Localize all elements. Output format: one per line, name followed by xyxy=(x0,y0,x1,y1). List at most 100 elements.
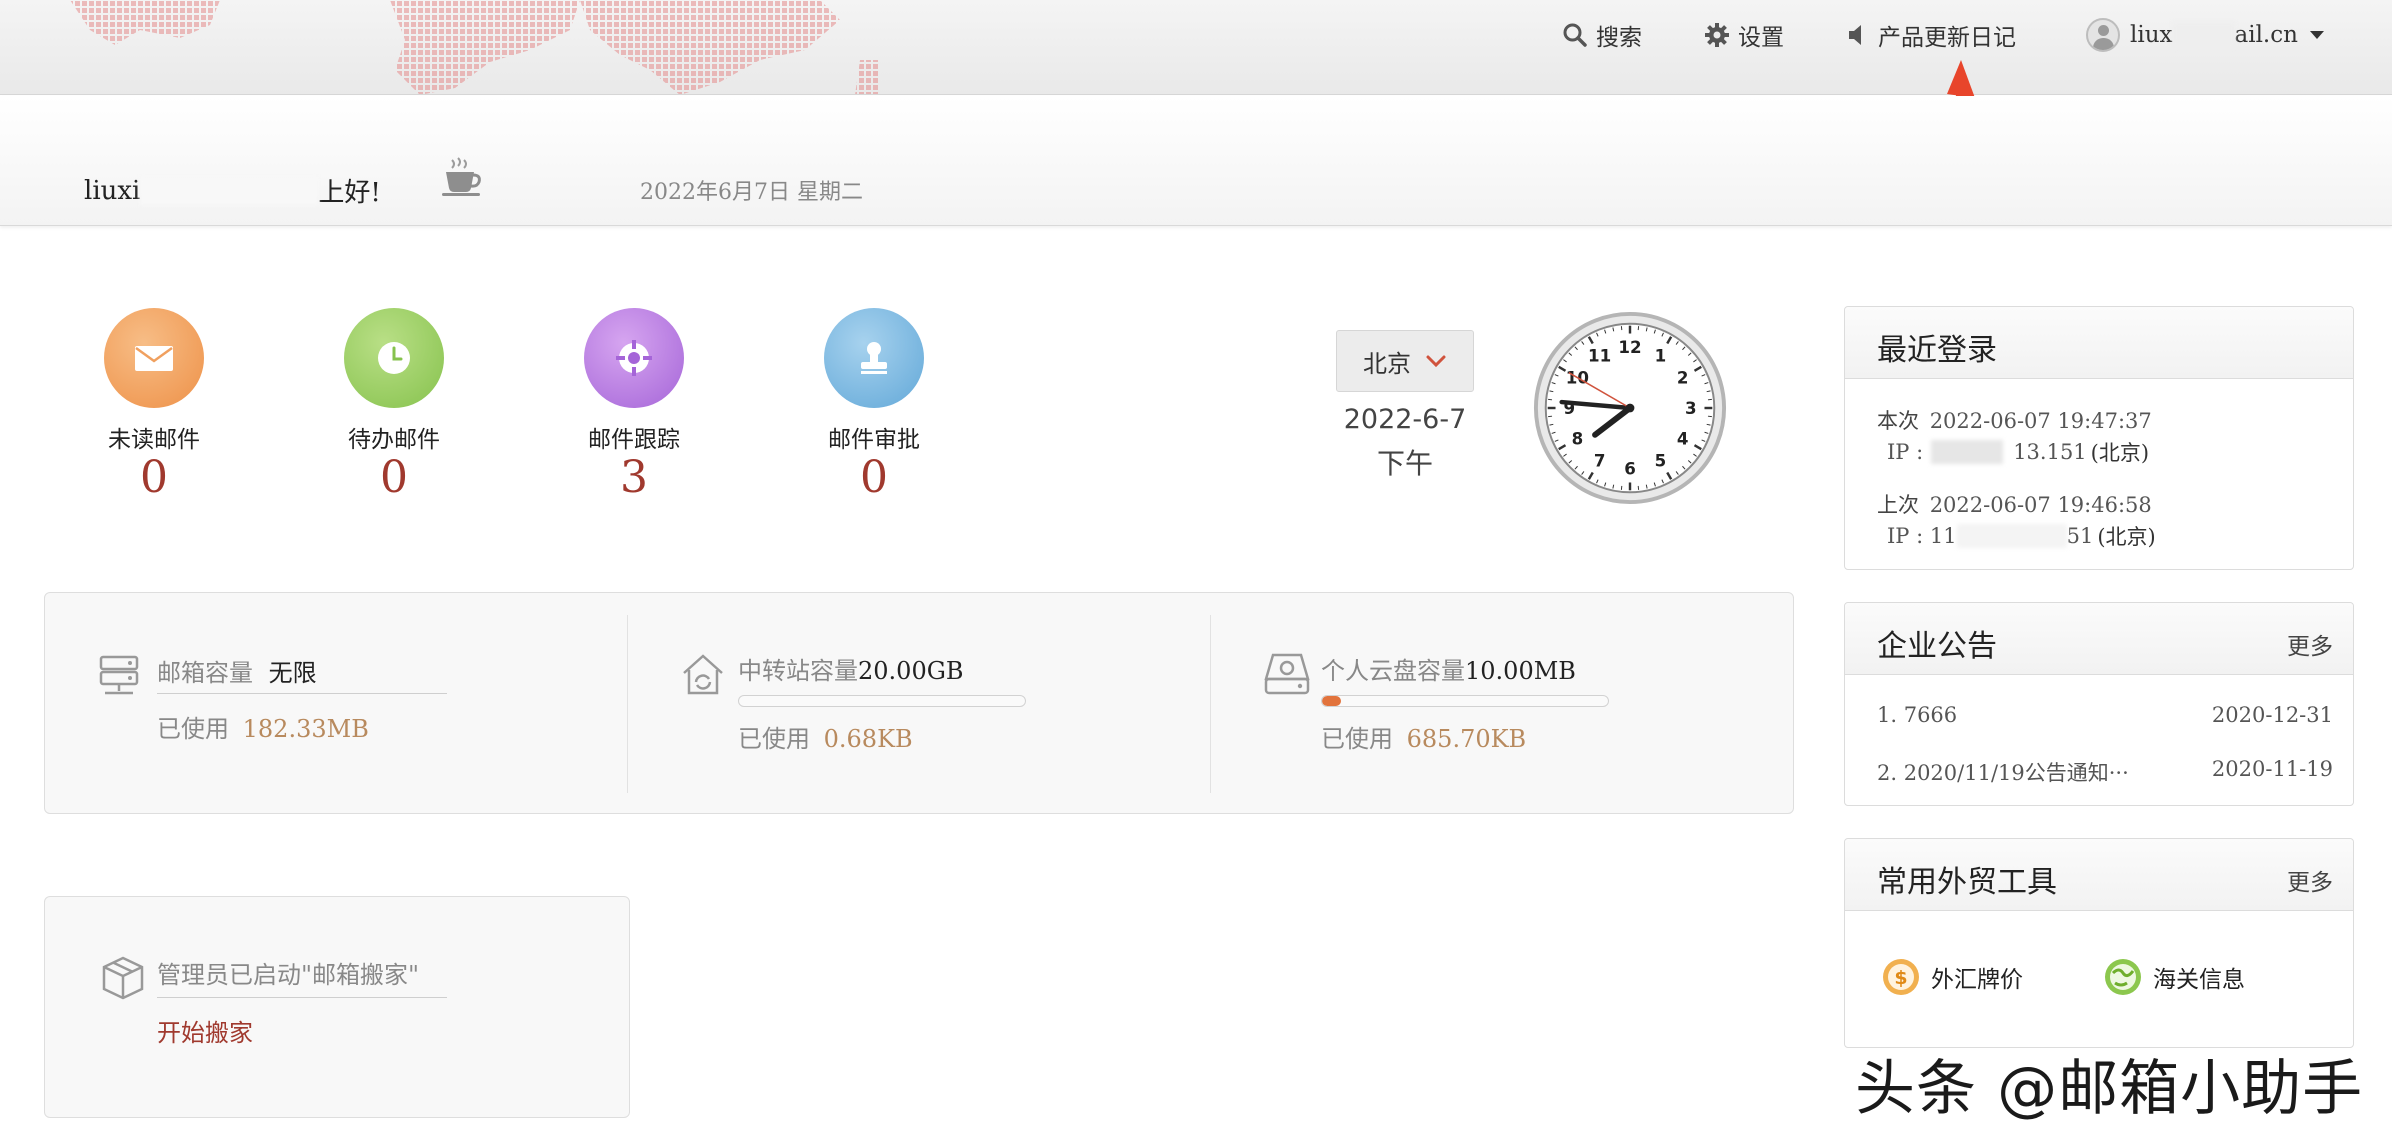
watermark-text: 头条 @邮箱小助手 xyxy=(1855,1054,2364,1124)
greeting-message: 上好! xyxy=(318,178,381,208)
weather-ampm: 下午 xyxy=(1376,447,1433,480)
storage-panel: 邮箱容量 无限 已使用 182.33MB 中转站容量20.00GB 已使用 0.… xyxy=(44,592,1794,814)
svg-text:$: $ xyxy=(1894,967,1907,989)
stamp-icon xyxy=(861,342,887,374)
user-email-prefix: liux xyxy=(2130,22,2173,48)
migration-panel: 管理员已启动"邮箱搬家" 开始搬家 xyxy=(44,896,630,1118)
cloud-progress-bar xyxy=(1321,695,1609,707)
clock-numeral: 2 xyxy=(1677,369,1689,388)
transfer-used-label: 已使用 xyxy=(738,725,810,753)
current-login-location: (北京) xyxy=(2090,441,2150,465)
current-login-time: 2022-06-07 19:47:37 xyxy=(1929,409,2152,433)
world-map-decoration xyxy=(70,0,880,94)
avatar xyxy=(2086,18,2120,52)
transfer-used-value: 0.68KB xyxy=(823,725,913,753)
announcements-box: 企业公告 更多 1. 7666 2020-12-31 2. 2020/11/19… xyxy=(1844,602,2354,806)
quick-link-unread[interactable]: 未读邮件 0 xyxy=(74,308,234,500)
settings-button[interactable]: 设置 xyxy=(1704,18,1784,52)
search-icon xyxy=(1563,23,1587,47)
announcements-title: 企业公告 xyxy=(1877,629,1997,664)
quick-link-tracking[interactable]: 邮件跟踪 3 xyxy=(554,308,714,500)
quick-link-label: 待办邮件 xyxy=(348,427,440,453)
clock-numeral: 3 xyxy=(1685,399,1697,418)
greeting-text: liuxi 上好! xyxy=(84,172,381,209)
recent-login-title: 最近登录 xyxy=(1877,333,1997,368)
start-migration-link[interactable]: 开始搬家 xyxy=(157,1013,253,1048)
last-login-time: 2022-06-07 19:46:58 xyxy=(1929,493,2152,517)
clock-icon xyxy=(378,342,410,374)
city-select[interactable]: 北京 xyxy=(1336,330,1474,392)
last-login-location: (北京) xyxy=(2097,525,2156,549)
clock-numeral: 4 xyxy=(1677,429,1689,448)
search-label: 搜索 xyxy=(1596,25,1642,51)
tool-forex-label: 外汇牌价 xyxy=(1931,967,2023,993)
tool-forex[interactable]: $ 外汇牌价 xyxy=(1881,957,2023,997)
user-menu[interactable]: liux ail.cn xyxy=(2086,18,2326,52)
quick-link-circle xyxy=(344,308,444,408)
announcements-more-link[interactable]: 更多 xyxy=(2287,627,2333,661)
redacted-block xyxy=(1931,440,2004,464)
tool-customs-label: 海关信息 xyxy=(2153,967,2245,993)
mailbox-storage: 邮箱容量 无限 已使用 182.33MB xyxy=(45,593,628,813)
recent-login-header: 最近登录 xyxy=(1845,307,2353,379)
last-login-ip: 51 xyxy=(2066,524,2094,548)
quick-link-todo[interactable]: 待办邮件 0 xyxy=(314,308,474,500)
changelog-label: 产品更新日记 xyxy=(1878,25,2016,51)
current-login-label: 本次 xyxy=(1877,409,1919,433)
redacted-block xyxy=(1956,524,2067,548)
transfer-capacity-label: 中转站容量 xyxy=(738,657,858,685)
cloud-used-value: 685.70KB xyxy=(1406,725,1527,753)
speaker-icon xyxy=(1849,25,1861,45)
quick-link-count: 0 xyxy=(140,452,168,503)
trade-tools-box: 常用外贸工具 更多 $ 外汇牌价 海关信息 xyxy=(1844,838,2354,1048)
redacted-block xyxy=(2172,22,2235,48)
quick-link-label: 邮件跟踪 xyxy=(588,427,680,453)
search-button[interactable]: 搜索 xyxy=(1562,18,1642,52)
trade-tools-title: 常用外贸工具 xyxy=(1877,865,2057,900)
recent-login-box: 最近登录 本次 2022-06-07 19:47:37 IP : 13.151 … xyxy=(1844,306,2354,570)
mailbox-capacity-label: 邮箱容量 xyxy=(157,659,253,687)
announcement-item[interactable]: 1. 7666 xyxy=(1877,703,1957,727)
user-email-suffix: ail.cn xyxy=(2234,22,2298,48)
target-icon xyxy=(616,340,652,376)
migration-notice: 管理员已启动"邮箱搬家" xyxy=(157,961,420,989)
trade-tools-header: 常用外贸工具 更多 xyxy=(1845,839,2353,911)
last-login-label: 上次 xyxy=(1877,493,1919,517)
greeting-bar: liuxi 上好! 2022年6月7日 星期二 xyxy=(0,96,2392,226)
tool-customs[interactable]: 海关信息 xyxy=(2103,957,2245,997)
clock-numeral: 6 xyxy=(1624,460,1636,479)
mailbox-used-value: 182.33MB xyxy=(242,715,369,743)
changelog-button[interactable]: 产品更新日记 xyxy=(1846,18,2016,52)
cloud-progress-fill xyxy=(1322,696,1342,706)
mailbox-used-label: 已使用 xyxy=(157,715,229,743)
caret-down-icon xyxy=(2309,31,2324,39)
trade-tools-more-link[interactable]: 更多 xyxy=(2287,863,2333,897)
quick-link-count: 0 xyxy=(380,452,408,503)
clock-numeral: 1 xyxy=(1655,346,1667,365)
box-icon xyxy=(102,956,144,1000)
transfer-storage: 中转站容量20.00GB 已使用 0.68KB xyxy=(628,593,1211,813)
clock-numeral: 11 xyxy=(1588,346,1611,365)
server-icon xyxy=(99,655,139,695)
weather-date: 2022-6-7 xyxy=(1343,404,1467,435)
coffee-cup-icon xyxy=(442,157,481,196)
hard-drive-icon xyxy=(1264,653,1310,695)
quick-link-circle xyxy=(824,308,924,408)
quick-link-count: 3 xyxy=(620,452,648,503)
transfer-progress-bar xyxy=(738,695,1026,707)
cloud-used-label: 已使用 xyxy=(1321,725,1393,753)
clock-numeral: 7 xyxy=(1594,451,1606,470)
current-login-ip: 13.151 xyxy=(2013,440,2087,464)
envelope-icon xyxy=(135,346,173,371)
cloud-storage: 个人云盘容量10.00MB 已使用 685.70KB xyxy=(1211,593,1795,813)
announcement-item[interactable]: 2. 2020/11/19公告通知··· xyxy=(1877,757,2129,787)
quick-link-approval[interactable]: 邮件审批 0 xyxy=(794,308,954,500)
quick-link-count: 0 xyxy=(860,452,888,503)
cloud-capacity-label: 个人云盘容量 xyxy=(1321,657,1465,685)
announcement-date: 2020-11-19 xyxy=(2211,757,2333,781)
mailbox-capacity-value: 无限 xyxy=(268,659,317,687)
city-label: 北京 xyxy=(1363,349,1411,378)
transfer-capacity-value: 20.00GB xyxy=(858,657,964,685)
settings-label: 设置 xyxy=(1738,25,1784,51)
quick-link-circle xyxy=(104,308,204,408)
